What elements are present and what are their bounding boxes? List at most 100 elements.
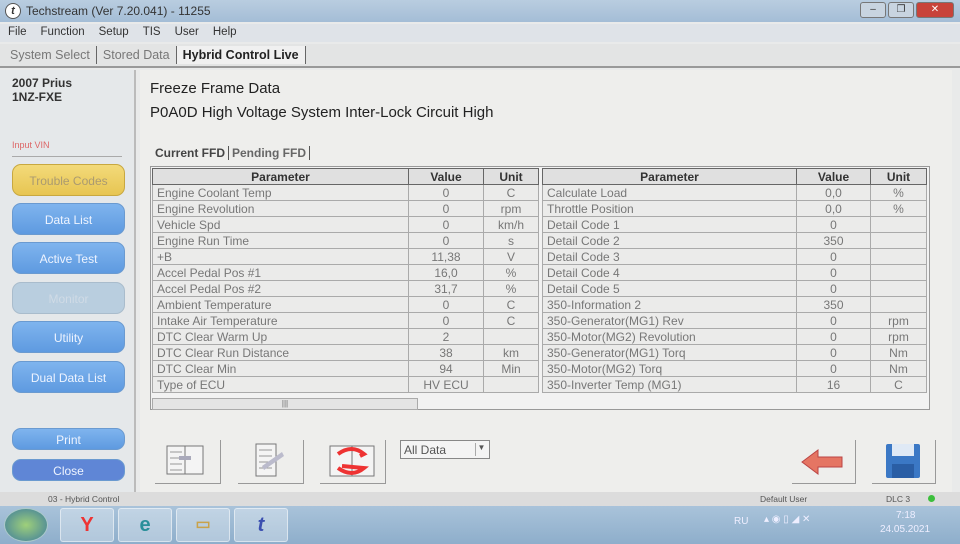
maximize-button[interactable]: ❐ <box>888 2 914 18</box>
col-unit[interactable]: Unit <box>870 168 927 185</box>
cell-value: 350 <box>796 232 871 249</box>
cell-unit <box>870 216 927 233</box>
table-row[interactable]: DTC Clear Warm Up 2 <box>152 328 539 345</box>
data-list-button[interactable]: Data List <box>12 203 125 235</box>
table-row[interactable]: 350-Inverter Temp (MG1) 16 C <box>542 376 927 393</box>
menu-file[interactable]: File <box>8 26 27 40</box>
table-row[interactable]: Accel Pedal Pos #1 16,0% <box>152 264 539 281</box>
print-button[interactable]: Print <box>12 428 125 450</box>
clock-date[interactable]: 24.05.2021 <box>880 524 930 535</box>
close-window-button[interactable]: ✕ <box>916 2 954 18</box>
col-parameter[interactable]: Parameter <box>152 168 409 185</box>
cell-unit: V <box>483 248 539 265</box>
cell-parameter: +B <box>152 248 409 265</box>
col-value[interactable]: Value <box>796 168 871 185</box>
table-row[interactable]: Vehicle Spd 0 km/h <box>152 216 539 233</box>
view-toggle-button[interactable] <box>155 440 221 484</box>
yandex-browser-icon[interactable]: Y <box>60 508 114 542</box>
cell-parameter: Engine Run Time <box>152 232 409 249</box>
tab-hybrid-control-live[interactable]: Hybrid Control Live <box>176 46 306 64</box>
eset-icon[interactable]: e <box>118 508 172 542</box>
menu-setup[interactable]: Setup <box>99 26 129 40</box>
swap-button[interactable] <box>320 440 386 484</box>
menu-user[interactable]: User <box>175 26 199 40</box>
clock-time[interactable]: 7:18 <box>896 510 915 521</box>
table-row[interactable]: Calculate Load 0,0% <box>542 184 927 201</box>
techstream-taskbar-icon[interactable]: t <box>234 508 288 542</box>
table-row[interactable]: DTC Clear Run Distance 38 km <box>152 344 539 361</box>
minimize-button[interactable]: – <box>860 2 886 18</box>
active-test-button[interactable]: Active Test <box>12 242 125 274</box>
cell-parameter: DTC Clear Min <box>152 360 409 377</box>
tab-system-select[interactable]: System Select <box>4 46 97 64</box>
utility-button[interactable]: Utility <box>12 321 125 353</box>
col-parameter[interactable]: Parameter <box>542 168 797 185</box>
horizontal-scrollbar[interactable]: ||| <box>152 398 418 410</box>
cell-unit: Min <box>483 360 539 377</box>
tab-current-ffd[interactable]: Current FFD <box>152 146 229 160</box>
list-edit-icon <box>255 443 284 477</box>
tray-icons[interactable]: ▴ ◉ ▯ ◢ ✕ <box>764 514 810 525</box>
cell-parameter: Accel Pedal Pos #1 <box>152 264 409 281</box>
cell-value: 350 <box>796 296 871 313</box>
monitor-button[interactable]: Monitor <box>12 282 125 314</box>
data-filter-dropdown[interactable]: All Data ▼ <box>400 440 490 459</box>
edit-list-button[interactable] <box>238 440 304 484</box>
file-explorer-icon[interactable]: ▭ <box>176 508 230 542</box>
main-tabs: System Select Stored Data Hybrid Control… <box>0 44 960 68</box>
tab-pending-ffd[interactable]: Pending FFD <box>229 146 310 160</box>
dual-data-list-button[interactable]: Dual Data List <box>12 361 125 393</box>
status-system: 03 - Hybrid Control <box>48 494 120 504</box>
table-row[interactable]: Ambient Temperature 0 C <box>152 296 539 313</box>
save-button[interactable] <box>872 440 936 484</box>
cell-parameter: 350-Inverter Temp (MG1) <box>542 376 797 393</box>
table-row[interactable]: Detail Code 50 <box>542 280 927 297</box>
table-row[interactable]: Throttle Position 0,0% <box>542 200 927 217</box>
cell-parameter: 350-Generator(MG1) Rev <box>542 312 797 329</box>
table-row[interactable]: Detail Code 2 350 <box>542 232 927 249</box>
cell-value: 0 <box>408 184 484 201</box>
table-row[interactable]: Engine Coolant Temp 0 C <box>152 184 539 201</box>
table-row[interactable]: Accel Pedal Pos #2 31,7% <box>152 280 539 297</box>
chevron-down-icon: ▼ <box>475 443 487 456</box>
table-row[interactable]: Detail Code 30 <box>542 248 927 265</box>
trouble-codes-button[interactable]: Trouble Codes <box>12 164 125 196</box>
close-button[interactable]: Close <box>12 459 125 481</box>
table-row[interactable]: Engine Revolution 0 rpm <box>152 200 539 217</box>
table-row[interactable]: Detail Code 40 <box>542 264 927 281</box>
table-row[interactable]: DTC Clear Min 94 Min <box>152 360 539 377</box>
table-row[interactable]: 350-Generator(MG1) Rev 0 rpm <box>542 312 927 329</box>
page-title: Freeze Frame Data <box>150 80 281 97</box>
back-button[interactable] <box>792 440 856 484</box>
table-row[interactable]: Detail Code 10 <box>542 216 927 233</box>
menu-help[interactable]: Help <box>213 26 237 40</box>
menu-tis[interactable]: TIS <box>143 26 161 40</box>
table-row[interactable]: 350-Information 2 350 <box>542 296 927 313</box>
start-button[interactable] <box>4 508 48 542</box>
table-row[interactable]: 350-Motor(MG2) Torq 0 Nm <box>542 360 927 377</box>
col-unit[interactable]: Unit <box>483 168 539 185</box>
cell-value: 0,0 <box>796 184 871 201</box>
cell-parameter: Ambient Temperature <box>152 296 409 313</box>
cell-unit: C <box>483 184 539 201</box>
table-row[interactable]: 350-Generator(MG1) Torq 0 Nm <box>542 344 927 361</box>
language-indicator[interactable]: RU <box>734 516 748 527</box>
table-row[interactable]: Intake Air Temperature 0 C <box>152 312 539 329</box>
tab-stored-data[interactable]: Stored Data <box>97 46 177 64</box>
table-row[interactable]: Type of ECU HV ECU <box>152 376 539 393</box>
cell-value: 0 <box>796 328 871 345</box>
table-row[interactable]: +B 11,38 V <box>152 248 539 265</box>
table-row[interactable]: Engine Run Time 0 s <box>152 232 539 249</box>
cell-value: 0 <box>796 344 871 361</box>
cell-value: 0 <box>408 200 484 217</box>
cell-value: 0 <box>796 360 871 377</box>
techstream-logo-icon: t <box>5 3 21 19</box>
title-bar: t Techstream (Ver 7.20.041) - 11255 – ❐ … <box>0 0 960 22</box>
cell-value: 0 <box>408 232 484 249</box>
col-value[interactable]: Value <box>408 168 484 185</box>
cell-parameter: 350-Motor(MG2) Torq <box>542 360 797 377</box>
menu-function[interactable]: Function <box>41 26 85 40</box>
table-row[interactable]: 350-Motor(MG2) Revolution 0 rpm <box>542 328 927 345</box>
input-vin-link[interactable]: Input VIN <box>12 140 122 157</box>
cell-value: 0 <box>796 312 871 329</box>
